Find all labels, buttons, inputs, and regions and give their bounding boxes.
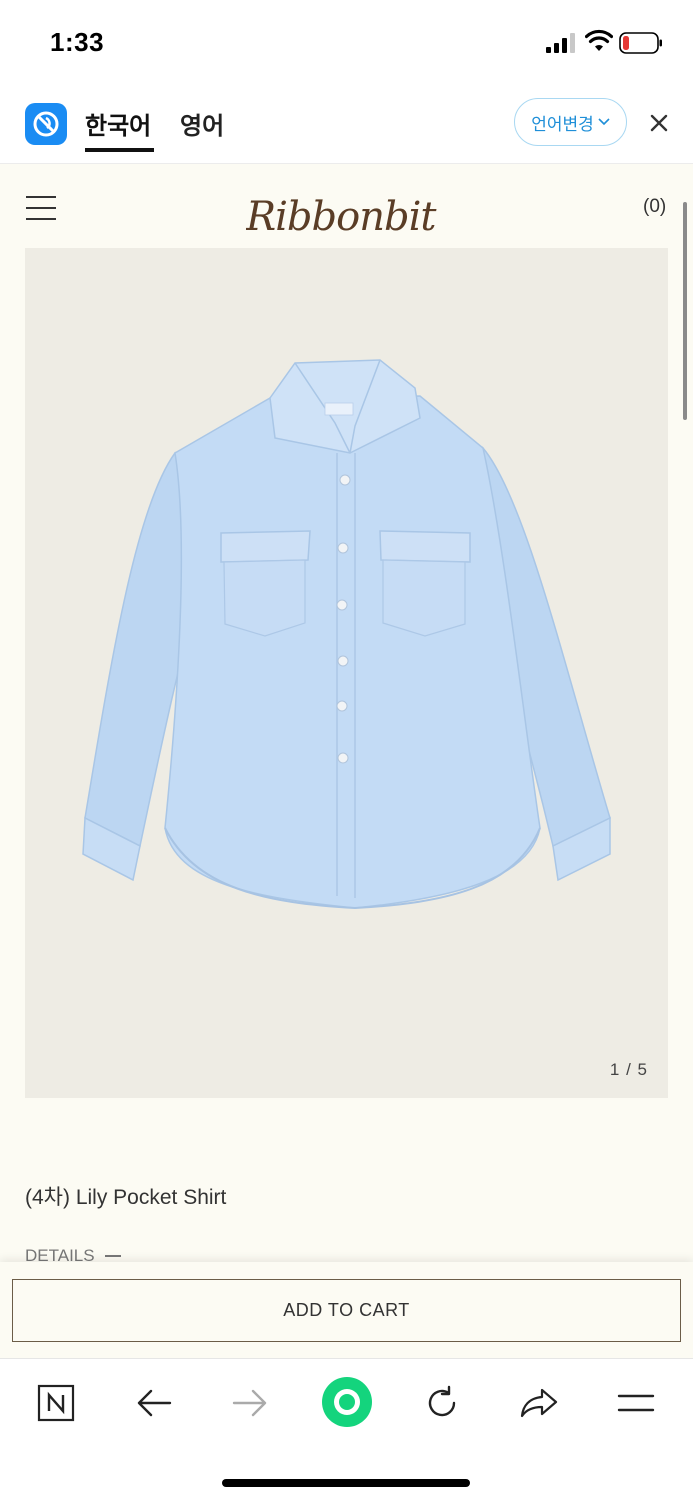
green-dot-icon	[322, 1377, 372, 1427]
cart-bar: ADD TO CART	[0, 1262, 693, 1358]
naver-n-icon	[37, 1384, 75, 1422]
details-label: DETAILS	[25, 1246, 95, 1262]
back-button[interactable]	[130, 1379, 178, 1427]
active-tab-indicator	[85, 148, 154, 152]
close-icon	[650, 114, 668, 132]
back-arrow-icon	[137, 1389, 172, 1417]
details-toggle[interactable]: DETAILS	[25, 1246, 121, 1262]
naver-home-button[interactable]	[32, 1379, 80, 1427]
shop-page: Ribbonbit (0) 1 / 5 (4차) Lily Pocket Shi…	[0, 164, 693, 1262]
shirt-image	[82, 359, 611, 910]
add-to-cart-button[interactable]: ADD TO CART	[12, 1279, 681, 1342]
battery-low-icon	[619, 32, 662, 54]
collapse-dash-icon	[104, 1255, 121, 1257]
scrollbar[interactable]	[683, 202, 687, 420]
cellular-signal-icon	[546, 33, 578, 53]
change-language-label: 언어변경	[531, 114, 594, 135]
close-translate-button[interactable]	[646, 108, 672, 138]
menu-more-button[interactable]	[612, 1379, 660, 1427]
reload-button[interactable]	[418, 1379, 466, 1427]
share-icon	[520, 1388, 558, 1418]
chevron-down-icon	[598, 118, 610, 126]
cart-count[interactable]: (0)	[643, 196, 666, 218]
status-bar: 1:33	[0, 0, 693, 82]
reload-icon	[428, 1385, 456, 1417]
ribbonbit-logo[interactable]: Ribbonbit	[246, 174, 446, 244]
product-image[interactable]: 1 / 5	[25, 248, 668, 1098]
green-dot-button[interactable]	[320, 1375, 374, 1429]
wifi-icon	[585, 29, 613, 51]
status-time: 1:33	[50, 27, 105, 57]
translate-bar: 한국어 영어 언어변경	[0, 82, 693, 164]
forward-arrow-icon	[232, 1389, 267, 1417]
product-title: (4차) Lily Pocket Shirt	[25, 1186, 227, 1209]
svg-text:Ribbonbit: Ribbonbit	[246, 194, 437, 240]
home-indicator[interactable]	[222, 1479, 470, 1487]
browser-toolbar	[0, 1358, 693, 1500]
tab-english[interactable]: 영어	[180, 106, 224, 141]
menu-icon	[617, 1394, 655, 1412]
translator-logo-icon	[25, 103, 67, 145]
share-button[interactable]	[515, 1379, 563, 1427]
menu-button[interactable]	[26, 196, 56, 220]
forward-button[interactable]	[226, 1379, 274, 1427]
image-counter: 1 / 5	[609, 1060, 648, 1079]
change-language-button[interactable]: 언어변경	[514, 98, 627, 146]
tab-korean[interactable]: 한국어	[85, 106, 151, 141]
